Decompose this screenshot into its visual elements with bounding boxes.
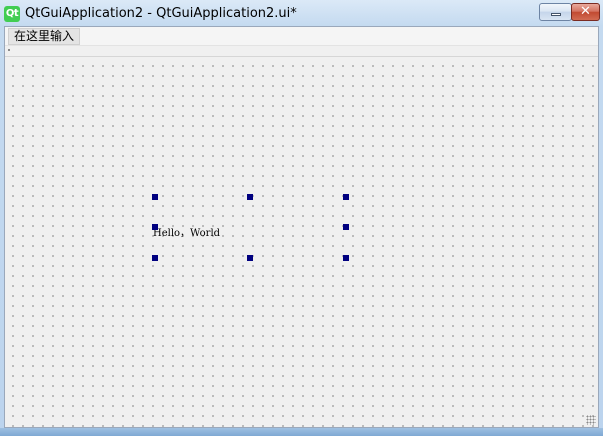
minimize-icon bbox=[551, 13, 561, 16]
window-bottom-border bbox=[0, 428, 603, 436]
form-grid-canvas[interactable]: Hello，World bbox=[5, 58, 598, 427]
qt-logo-icon: Qt bbox=[4, 6, 20, 22]
form-client-area: 在这里输入 Hello，World bbox=[4, 26, 599, 428]
selection-handle-top-left[interactable] bbox=[152, 194, 158, 200]
resize-grip-icon[interactable] bbox=[586, 415, 596, 425]
close-button[interactable]: ✕ bbox=[571, 3, 600, 21]
designer-window: Qt QtGuiApplication2 - QtGuiApplication2… bbox=[0, 0, 603, 436]
menu-bar: 在这里输入 bbox=[5, 27, 598, 46]
hello-world-label[interactable]: Hello，World bbox=[153, 224, 220, 239]
selection-handle-middle-right[interactable] bbox=[343, 224, 349, 230]
selection-handle-top-center[interactable] bbox=[247, 194, 253, 200]
selection-handle-top-right[interactable] bbox=[343, 194, 349, 200]
title-bar[interactable]: Qt QtGuiApplication2 - QtGuiApplication2… bbox=[0, 0, 603, 26]
window-title: QtGuiApplication2 - QtGuiApplication2.ui… bbox=[25, 6, 297, 21]
selection-handle-middle-left[interactable] bbox=[152, 224, 158, 230]
close-icon: ✕ bbox=[580, 4, 591, 19]
selection-handle-bottom-right[interactable] bbox=[343, 255, 349, 261]
selection-handle-bottom-center[interactable] bbox=[247, 255, 253, 261]
selection-handle-bottom-left[interactable] bbox=[152, 255, 158, 261]
tool-bar bbox=[5, 46, 598, 57]
menu-type-here-item[interactable]: 在这里输入 bbox=[8, 28, 81, 45]
toolbar-drag-handle[interactable] bbox=[8, 49, 10, 51]
minimize-button[interactable] bbox=[539, 3, 572, 21]
